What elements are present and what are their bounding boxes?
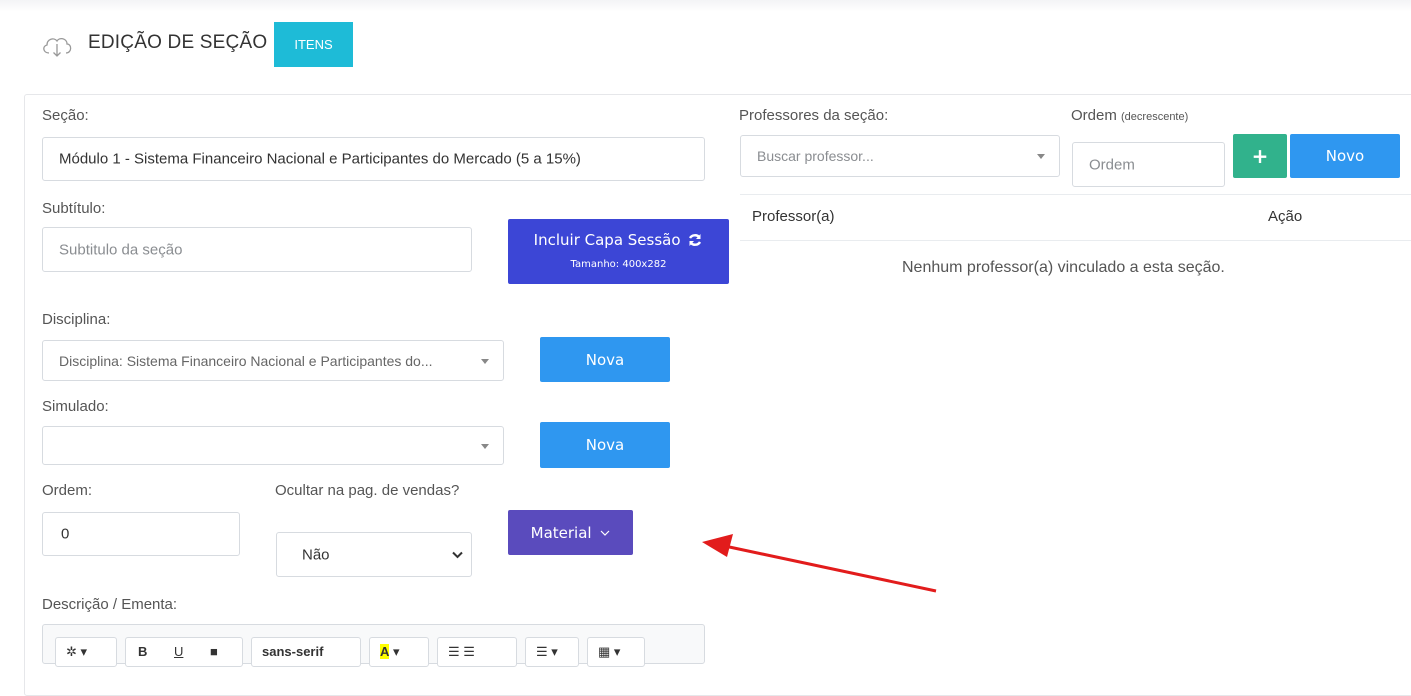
- simulado-select[interactable]: [42, 426, 504, 465]
- subtitulo-label: Subtítulo:: [42, 200, 106, 217]
- incluir-capa-label: Incluir Capa Sessão: [533, 231, 681, 249]
- red-arrow-annotation: [702, 534, 937, 593]
- disciplina-label: Disciplina:: [42, 311, 111, 328]
- font-family-dropdown[interactable]: sans-serif: [251, 637, 361, 667]
- bold-icon: B: [138, 644, 148, 659]
- refresh-icon: [689, 234, 702, 246]
- ordem-professor-label: Ordem (decrescente): [1071, 107, 1188, 124]
- ordem-professor-input[interactable]: Ordem: [1072, 142, 1225, 187]
- nova-disciplina-button[interactable]: Nova: [540, 337, 670, 382]
- novo-professor-button[interactable]: Novo: [1290, 134, 1400, 178]
- format-button-group[interactable]: B U ■: [125, 637, 243, 667]
- capa-size-label: Tamanho: 400x282: [570, 259, 667, 270]
- ocultar-value: Não: [302, 546, 330, 563]
- table-dropdown[interactable]: ▦ ▾: [587, 637, 645, 667]
- items-button[interactable]: ITENS: [274, 22, 353, 67]
- list-icon: ☰ ☰: [448, 644, 475, 659]
- cloud-icon: [43, 37, 72, 57]
- secao-label: Seção:: [42, 107, 89, 124]
- ordem-professor-placeholder: Ordem: [1089, 156, 1135, 173]
- paragraph-dropdown[interactable]: ☰ ▾: [525, 637, 579, 667]
- style-dropdown[interactable]: ✲ ▾: [55, 637, 117, 667]
- subtitulo-placeholder: Subtitulo da seção: [59, 241, 183, 258]
- simulado-label: Simulado:: [42, 398, 109, 415]
- underline-icon: U: [174, 644, 184, 659]
- top-shadow: [0, 0, 1411, 12]
- column-header-professor: Professor(a): [752, 208, 835, 225]
- list-button-group[interactable]: ☰ ☰: [437, 637, 517, 667]
- disciplina-value: Disciplina: Sistema Financeiro Nacional …: [59, 352, 433, 369]
- ordem-professor-label-text: Ordem: [1071, 107, 1117, 124]
- page-title: EDIÇÃO DE SEÇÃO: [88, 32, 268, 53]
- buscar-professor-placeholder: Buscar professor...: [757, 148, 874, 164]
- column-header-acao: Ação: [1268, 208, 1303, 225]
- subtitulo-input[interactable]: Subtitulo da seção: [42, 227, 472, 272]
- chevron-down-icon: [600, 530, 610, 536]
- incluir-capa-button[interactable]: Incluir Capa Sessão Tamanho: 400x282: [508, 219, 729, 284]
- chevron-down-icon: [481, 358, 489, 364]
- ordem-input[interactable]: 0: [42, 512, 240, 556]
- table-divider: [740, 240, 1411, 241]
- align-icon: ☰ ▾: [536, 644, 558, 659]
- ordem-professor-sublabel: (decrescente): [1121, 111, 1189, 123]
- font-family-label: sans-serif: [262, 644, 324, 659]
- table-icon: ▦ ▾: [598, 644, 621, 659]
- ordem-value: 0: [61, 525, 70, 543]
- material-dropdown-button[interactable]: Material: [508, 510, 633, 555]
- buscar-professor-select[interactable]: Buscar professor...: [740, 135, 1060, 177]
- material-label: Material: [530, 523, 592, 542]
- ocultar-select[interactable]: Não: [276, 532, 472, 577]
- add-professor-button[interactable]: +: [1233, 134, 1287, 178]
- table-divider: [740, 194, 1411, 195]
- empty-table-message: Nenhum professor(a) vinculado a esta seç…: [902, 259, 1225, 276]
- highlight-icon: A ▾: [380, 644, 400, 659]
- chevron-down-icon: [481, 443, 489, 449]
- color-dropdown[interactable]: A ▾: [369, 637, 429, 667]
- ocultar-label: Ocultar na pag. de vendas?: [275, 482, 460, 499]
- ordem-label: Ordem:: [42, 482, 93, 499]
- eraser-icon: ■: [210, 644, 218, 659]
- secao-value: Módulo 1 - Sistema Financeiro Nacional e…: [59, 150, 581, 168]
- chevron-down-icon: [452, 551, 463, 559]
- magic-icon: ✲ ▾: [66, 644, 88, 659]
- disciplina-select[interactable]: Disciplina: Sistema Financeiro Nacional …: [42, 340, 504, 381]
- chevron-down-icon: [1037, 154, 1045, 159]
- professores-label: Professores da seção:: [739, 107, 889, 124]
- descricao-editor-toolbar: ✲ ▾ B U ■ sans-serif A ▾ ☰ ☰ ☰ ▾ ▦ ▾: [42, 624, 705, 667]
- descricao-label: Descrição / Ementa:: [42, 596, 178, 613]
- secao-input[interactable]: Módulo 1 - Sistema Financeiro Nacional e…: [42, 137, 705, 181]
- nova-simulado-button[interactable]: Nova: [540, 422, 670, 468]
